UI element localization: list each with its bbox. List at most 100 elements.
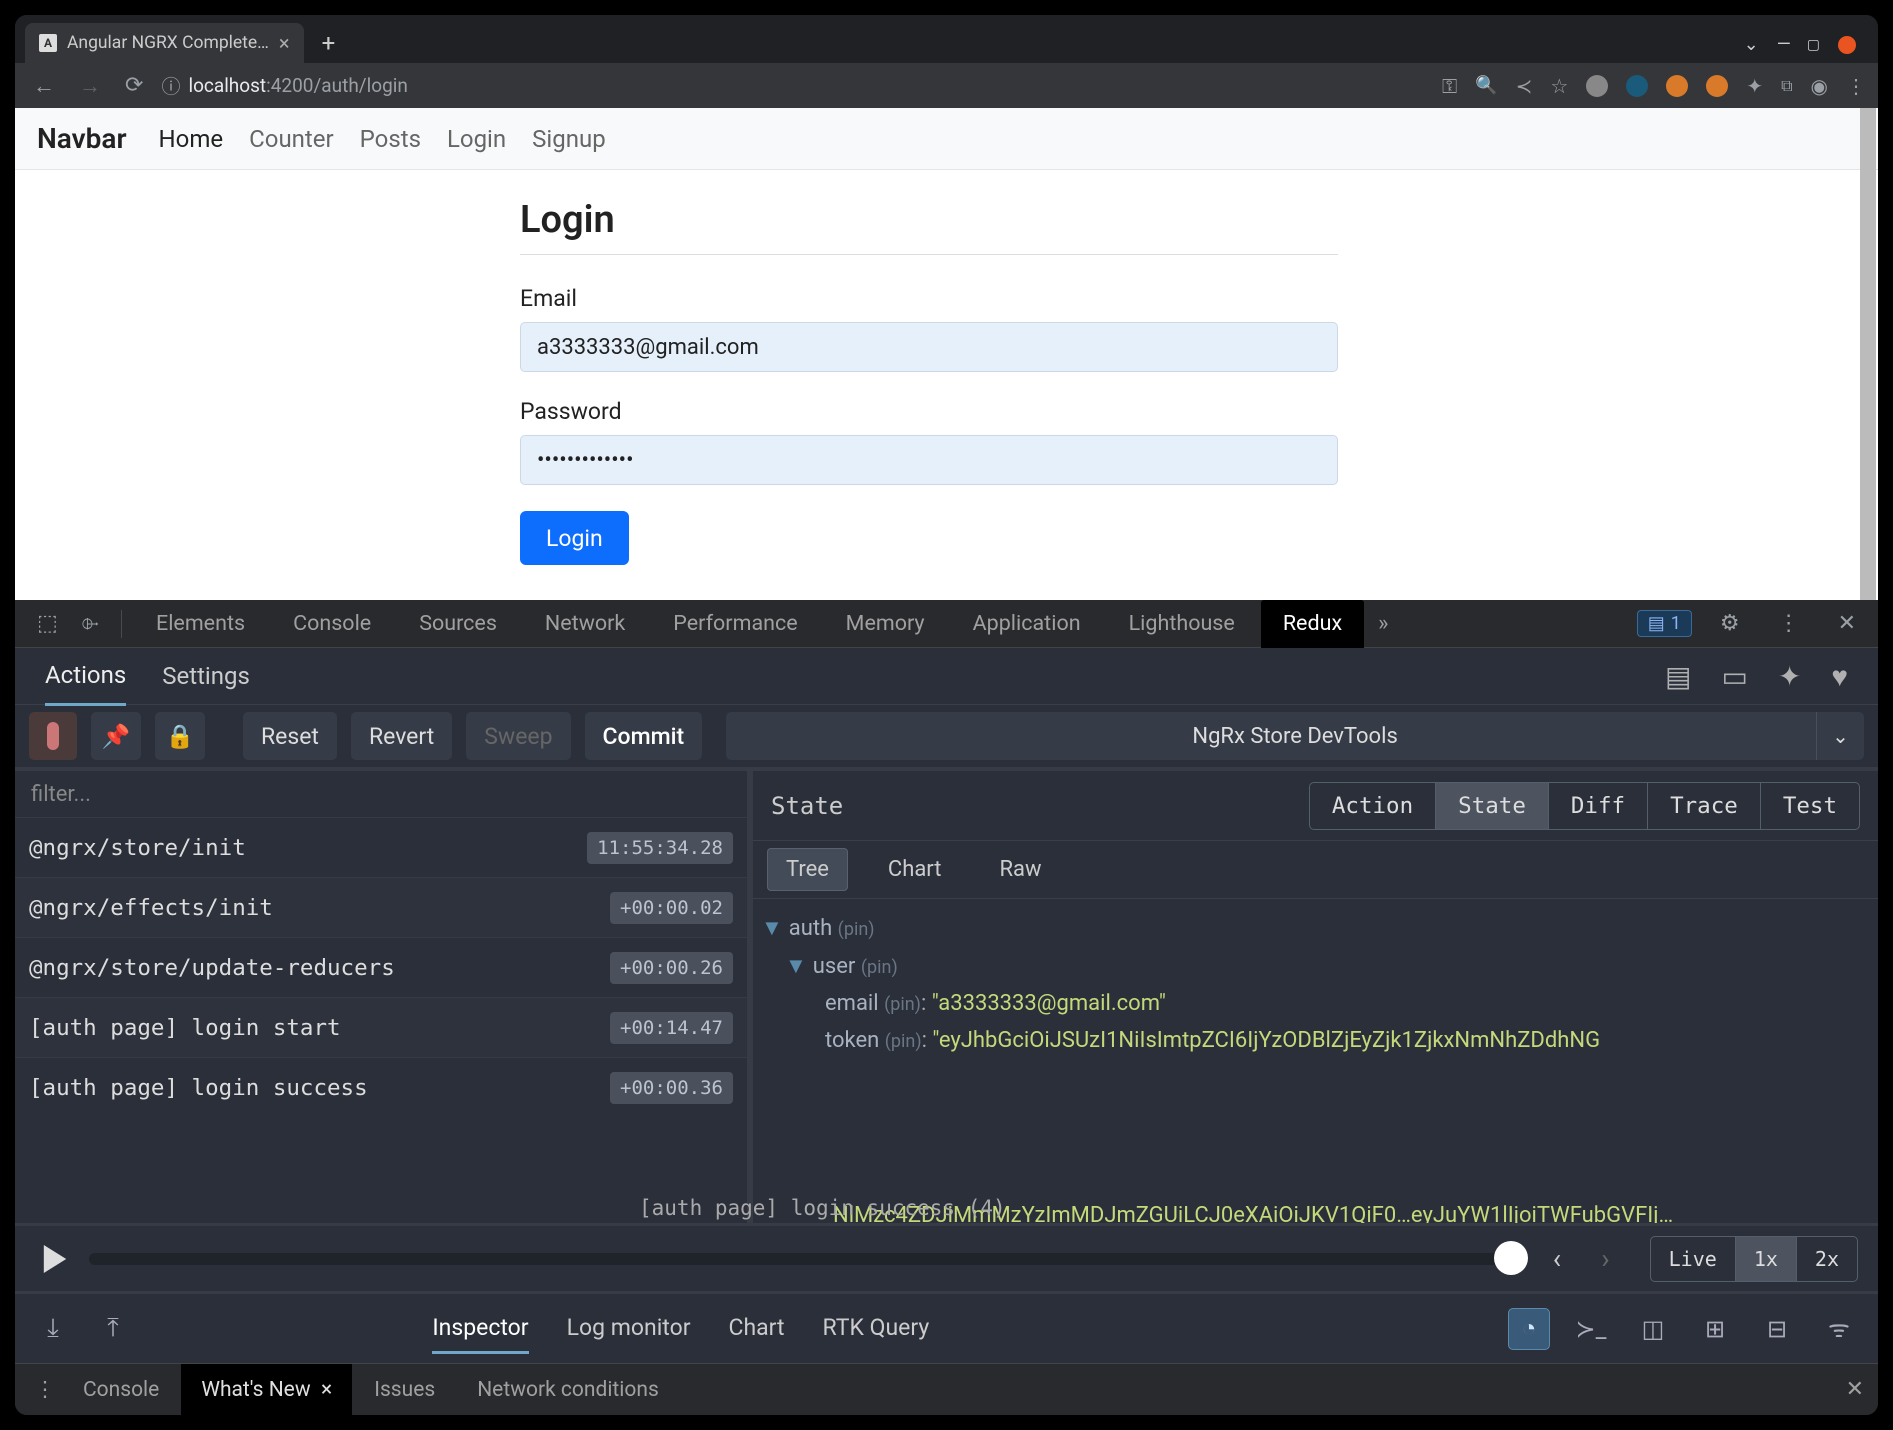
seg-trace[interactable]: Trace bbox=[1648, 783, 1761, 829]
nav-link-login[interactable]: Login bbox=[447, 125, 506, 153]
extension-icon[interactable] bbox=[1586, 75, 1608, 97]
tab-elements[interactable]: Elements bbox=[134, 600, 267, 648]
extension-icon[interactable] bbox=[1706, 75, 1728, 97]
tab-application[interactable]: Application bbox=[951, 600, 1103, 648]
twitter-icon[interactable]: ✦ bbox=[1778, 660, 1801, 693]
download-icon[interactable]: ⤓ bbox=[33, 1313, 73, 1344]
tab-lighthouse[interactable]: Lighthouse bbox=[1107, 600, 1257, 648]
heart-icon[interactable]: ♥ bbox=[1831, 660, 1848, 693]
reload-icon[interactable]: ⟳ bbox=[119, 73, 149, 98]
minimize-icon[interactable]: — bbox=[1777, 34, 1789, 55]
action-row[interactable]: [auth page] login start+00:14.47 bbox=[15, 997, 747, 1057]
maximize-icon[interactable]: ▢ bbox=[1807, 37, 1820, 53]
new-tab-button[interactable]: + bbox=[304, 29, 354, 63]
more-tabs-icon[interactable]: » bbox=[1368, 611, 1398, 636]
bottom-tab-chart[interactable]: Chart bbox=[729, 1304, 785, 1354]
zoom-icon[interactable]: 🔍 bbox=[1475, 75, 1497, 96]
tab-sources[interactable]: Sources bbox=[397, 600, 519, 648]
subtab-tree[interactable]: Tree bbox=[767, 848, 848, 891]
tab-memory[interactable]: Memory bbox=[824, 600, 947, 648]
bottom-tab-rtk[interactable]: RTK Query bbox=[823, 1304, 930, 1354]
drawer-tab-issues[interactable]: Issues bbox=[354, 1364, 455, 1416]
menu-icon[interactable]: ⋮ bbox=[1846, 74, 1866, 98]
extensions-icon[interactable]: ✦ bbox=[1746, 74, 1763, 98]
chevron-down-icon[interactable]: ⌄ bbox=[1744, 34, 1759, 55]
speed-live[interactable]: Live bbox=[1651, 1237, 1736, 1281]
redux-tab-actions[interactable]: Actions bbox=[45, 647, 126, 706]
actions-filter-input[interactable] bbox=[15, 771, 747, 817]
layout-icon[interactable]: ⊞ bbox=[1694, 1308, 1736, 1350]
layout-icon[interactable]: ◫ bbox=[1632, 1308, 1674, 1350]
gear-icon[interactable]: ⚙ bbox=[1710, 611, 1750, 636]
commit-button[interactable]: Commit bbox=[585, 712, 703, 760]
star-icon[interactable]: ☆ bbox=[1550, 74, 1568, 98]
drawer-menu-icon[interactable]: ⋮ bbox=[29, 1377, 61, 1402]
remote-icon[interactable]: ᯤ bbox=[1818, 1308, 1860, 1350]
kebab-menu-icon[interactable]: ⋮ bbox=[1768, 611, 1810, 636]
action-row[interactable]: @ngrx/effects/init+00:00.02 bbox=[15, 877, 747, 937]
inspect-element-icon[interactable]: ⬚ bbox=[27, 611, 68, 636]
back-icon[interactable]: ← bbox=[27, 73, 61, 99]
subtab-chart[interactable]: Chart bbox=[870, 849, 960, 890]
speed-2x[interactable]: 2x bbox=[1797, 1237, 1857, 1281]
prev-action-icon[interactable]: ‹ bbox=[1543, 1242, 1571, 1275]
book-icon[interactable]: ▤ bbox=[1665, 660, 1691, 693]
dispatch-icon[interactable]: ≻_ bbox=[1570, 1308, 1612, 1350]
tab-redux[interactable]: Redux bbox=[1261, 600, 1364, 648]
bottom-tab-log-monitor[interactable]: Log monitor bbox=[567, 1304, 691, 1354]
site-info-icon[interactable]: ⓘ bbox=[161, 72, 180, 99]
extension-icon[interactable] bbox=[1626, 75, 1648, 97]
tab-network[interactable]: Network bbox=[523, 600, 647, 648]
navbar-brand[interactable]: Navbar bbox=[37, 122, 127, 155]
speed-1x[interactable]: 1x bbox=[1736, 1237, 1797, 1281]
nav-link-posts[interactable]: Posts bbox=[360, 125, 421, 153]
nav-link-counter[interactable]: Counter bbox=[249, 125, 334, 153]
subtab-raw[interactable]: Raw bbox=[982, 849, 1060, 890]
share-icon[interactable]: ≺ bbox=[1516, 74, 1533, 98]
close-devtools-icon[interactable]: ✕ bbox=[1828, 611, 1866, 636]
email-field[interactable] bbox=[520, 322, 1338, 372]
drawer-tab-console[interactable]: Console bbox=[63, 1364, 179, 1416]
nav-link-home[interactable]: Home bbox=[159, 125, 224, 153]
layout-icon[interactable]: ⊟ bbox=[1756, 1308, 1798, 1350]
drawer-tab-whats-new[interactable]: What's New × bbox=[181, 1364, 352, 1416]
tree-row[interactable]: email (pin): "a3333333@gmail.com" bbox=[759, 985, 1872, 1022]
timeline-track[interactable] bbox=[89, 1253, 1523, 1265]
store-select[interactable]: NgRx Store DevTools ⌄ bbox=[726, 712, 1864, 760]
upload-icon[interactable]: ⤒ bbox=[93, 1313, 133, 1344]
tree-row[interactable]: ▼user (pin) bbox=[759, 947, 1872, 985]
seg-test[interactable]: Test bbox=[1761, 783, 1859, 829]
profile-icon[interactable]: ◉ bbox=[1811, 74, 1828, 98]
seg-action[interactable]: Action bbox=[1310, 783, 1436, 829]
tree-row[interactable]: token (pin): "eyJhbGciOiJSUzI1NiIsImtpZC… bbox=[759, 1022, 1872, 1059]
time-travel-icon[interactable]: ◔ bbox=[1508, 1308, 1550, 1350]
tab-console[interactable]: Console bbox=[271, 600, 393, 648]
chevron-down-icon[interactable]: ⌄ bbox=[1816, 712, 1864, 760]
tab-performance[interactable]: Performance bbox=[651, 600, 819, 648]
restore-icon[interactable]: ⧉ bbox=[1781, 76, 1792, 96]
extension-icon[interactable] bbox=[1666, 75, 1688, 97]
issues-badge[interactable]: ▤ 1 bbox=[1637, 610, 1692, 637]
url-input[interactable]: ⓘ localhost:4200/auth/login bbox=[161, 72, 1430, 99]
record-button[interactable] bbox=[29, 712, 77, 760]
close-window-icon[interactable] bbox=[1838, 36, 1856, 54]
browser-tab-active[interactable]: A Angular NGRX Complete… × bbox=[25, 23, 304, 63]
action-row[interactable]: [auth page] login success+00:00.36 bbox=[15, 1057, 747, 1117]
revert-button[interactable]: Revert bbox=[351, 712, 452, 760]
lock-icon[interactable]: 🔒 bbox=[155, 712, 205, 760]
page-scrollbar[interactable] bbox=[1860, 108, 1876, 600]
bottom-tab-inspector[interactable]: Inspector bbox=[432, 1304, 528, 1354]
password-field[interactable] bbox=[520, 435, 1338, 485]
nav-link-signup[interactable]: Signup bbox=[532, 125, 606, 153]
seg-diff[interactable]: Diff bbox=[1549, 783, 1648, 829]
device-toolbar-icon[interactable]: ⌱ bbox=[72, 611, 109, 636]
tree-row[interactable]: ▼auth (pin) bbox=[759, 909, 1872, 947]
login-button[interactable]: Login bbox=[520, 511, 629, 565]
action-row[interactable]: @ngrx/store/update-reducers+00:00.26 bbox=[15, 937, 747, 997]
key-icon[interactable]: ⚿ bbox=[1442, 74, 1457, 98]
drawer-tab-network-conditions[interactable]: Network conditions bbox=[457, 1364, 679, 1416]
reset-button[interactable]: Reset bbox=[243, 712, 337, 760]
seg-state[interactable]: State bbox=[1436, 783, 1549, 829]
close-drawer-icon[interactable]: ✕ bbox=[1846, 1377, 1864, 1402]
close-tab-icon[interactable]: × bbox=[279, 31, 290, 55]
